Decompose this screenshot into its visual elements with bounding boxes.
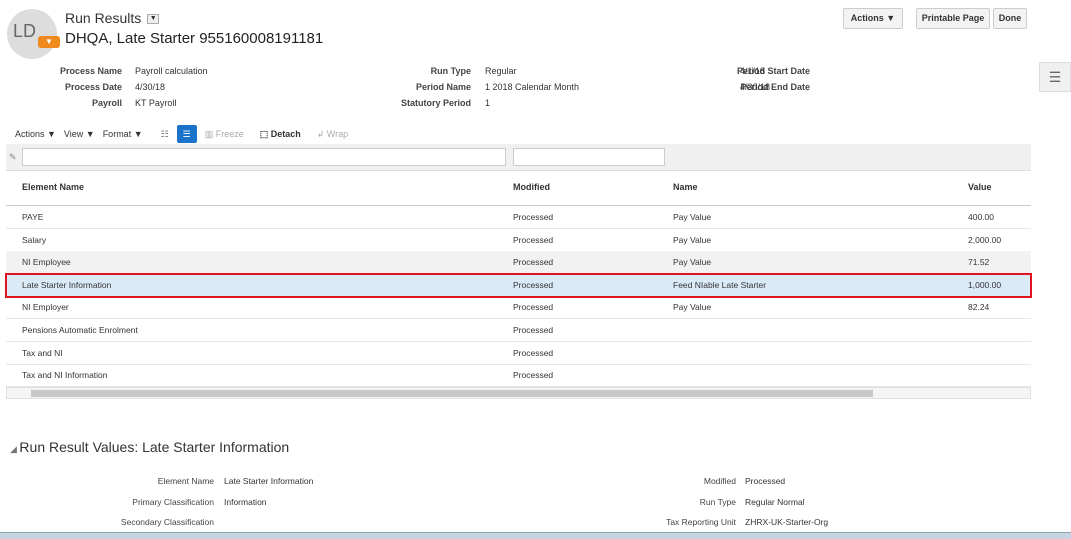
table-row[interactable]: NI Employer Processed Pay Value 82.24 bbox=[6, 296, 1031, 320]
info-value: 4/30/18 bbox=[135, 82, 166, 92]
column-header-modified[interactable]: Modified bbox=[513, 176, 550, 198]
table-cell: Late Starter Information bbox=[22, 279, 112, 290]
info-label: Statutory Period bbox=[400, 98, 471, 108]
query-by-example-icon[interactable]: ☰ bbox=[176, 125, 197, 143]
detail-label: Element Name bbox=[157, 476, 214, 486]
table-header: Element Name Modified Name Value bbox=[6, 176, 1031, 206]
avatar-menu-button[interactable]: ▼ bbox=[38, 36, 60, 48]
element-name-filter[interactable] bbox=[22, 148, 506, 166]
table-cell: Pay Value bbox=[673, 212, 712, 222]
table-cell: Processed bbox=[513, 234, 554, 245]
horizontal-scrollbar[interactable] bbox=[6, 387, 1031, 399]
detail-label: Secondary Classification bbox=[120, 517, 214, 527]
table-cell: 400.00 bbox=[968, 212, 994, 222]
table-cell: Tax and NI Information bbox=[22, 370, 108, 381]
info-label: Period Name bbox=[415, 82, 471, 92]
run-results-table: ✎ Element Name Modified Name Value PAYE P… bbox=[5, 144, 1032, 400]
detach-button[interactable]: ⬚ Detach bbox=[260, 129, 309, 140]
avatar: LD bbox=[7, 9, 57, 59]
filter-row: ✎ bbox=[6, 144, 1031, 171]
column-header-element-name[interactable]: Element Name bbox=[22, 176, 84, 198]
detail-label: Tax Reporting Unit bbox=[666, 517, 736, 527]
printable-page-button[interactable]: Printable Page bbox=[916, 8, 990, 29]
scrollbar-thumb[interactable] bbox=[31, 390, 873, 397]
actions-menu[interactable]: Actions ▼ bbox=[15, 129, 56, 139]
table-cell: Tax and NI bbox=[22, 347, 63, 358]
side-panel-icon[interactable]: ☰ bbox=[1039, 62, 1071, 92]
done-button[interactable]: Done bbox=[993, 8, 1027, 29]
table-row[interactable]: Tax and NI Information Processed bbox=[6, 364, 1031, 388]
table-cell: Pay Value bbox=[673, 234, 712, 245]
freeze-label: Freeze bbox=[215, 128, 244, 139]
table-cell: 1,000.00 bbox=[968, 279, 1002, 290]
view-menu[interactable]: View ▼ bbox=[64, 129, 95, 139]
wrap-button[interactable]: ↲ Wrap bbox=[317, 129, 356, 140]
table-cell: NI Employee bbox=[22, 257, 71, 268]
info-value: 1 2018 Calendar Month bbox=[485, 82, 580, 92]
table-cell: NI Employer bbox=[22, 302, 69, 313]
info-value: KT Payroll bbox=[135, 98, 177, 108]
detail-label: Modified bbox=[703, 476, 736, 486]
detail-title: Run Result Values: Late Starter Informat… bbox=[19, 439, 290, 455]
detail-value: Late Starter Information bbox=[224, 476, 314, 486]
table-cell: Salary bbox=[22, 234, 47, 245]
modified-filter[interactable] bbox=[513, 148, 665, 166]
table-row[interactable]: Late Starter Information Processed Feed NI… bbox=[5, 272, 1032, 298]
clear-filter-icon[interactable]: ✎ bbox=[9, 152, 17, 163]
detail-value: Information bbox=[224, 496, 267, 507]
wrap-label: Wrap bbox=[326, 128, 349, 139]
columns-icon[interactable]: ☷ bbox=[161, 129, 169, 140]
collapse-icon[interactable]: ◢ bbox=[10, 444, 19, 454]
table-cell: Feed NIable Late Starter bbox=[673, 279, 767, 290]
table-cell: Processed bbox=[513, 257, 554, 268]
detail-label: Run Type bbox=[699, 496, 736, 507]
page-title-text: Run Results bbox=[65, 10, 142, 26]
detail-label: Primary Classification bbox=[132, 496, 214, 507]
freeze-button[interactable]: ▥ Freeze bbox=[205, 129, 252, 140]
detail-value: Processed bbox=[745, 476, 786, 486]
info-label: Process Date bbox=[64, 82, 122, 92]
actions-button[interactable]: Actions ▼ bbox=[843, 8, 903, 29]
info-value: 1 bbox=[485, 98, 491, 108]
info-label: Run Type bbox=[430, 66, 471, 76]
detail-value: ZHRX-UK-Starter-Org bbox=[745, 517, 829, 527]
table-cell: Processed bbox=[513, 370, 554, 381]
table-cell: Processed bbox=[513, 347, 554, 358]
detail-section-header[interactable]: ◢ Run Result Values: Late Starter Inform… bbox=[10, 439, 289, 455]
table-row[interactable]: NI Employee Processed Pay Value 71.52 bbox=[6, 251, 1031, 275]
info-label: Process Name bbox=[59, 66, 122, 76]
title-dropdown-icon[interactable]: ▼ bbox=[147, 14, 160, 25]
table-cell: Pay Value bbox=[673, 257, 712, 268]
table-cell: Processed bbox=[513, 212, 554, 222]
detach-label: Detach bbox=[270, 128, 301, 139]
info-label: Payroll bbox=[91, 98, 122, 108]
column-header-value[interactable]: Value bbox=[968, 176, 992, 198]
table-cell: 71.52 bbox=[968, 257, 990, 268]
table-cell: Processed bbox=[513, 325, 554, 335]
format-menu[interactable]: Format ▼ bbox=[103, 129, 143, 139]
table-cell: Pay Value bbox=[673, 302, 712, 313]
detail-value: Regular Normal bbox=[745, 496, 805, 507]
table-cell: PAYE bbox=[22, 212, 44, 222]
table-cell: Processed bbox=[513, 279, 554, 290]
table-cell: Pensions Automatic Enrolment bbox=[22, 325, 138, 335]
table-cell: 82.24 bbox=[968, 302, 990, 313]
table-row[interactable]: PAYE Processed Pay Value 400.00 bbox=[6, 206, 1031, 229]
table-row[interactable]: Tax and NI Processed bbox=[6, 342, 1031, 365]
person-name: DHQA, Late Starter 955160008191181 bbox=[65, 30, 324, 47]
info-value: 4/1/18 bbox=[740, 66, 766, 76]
table-row[interactable]: Pensions Automatic Enrolment Processed bbox=[6, 319, 1031, 342]
table-row[interactable]: Salary Processed Pay Value 2,000.00 bbox=[6, 229, 1031, 252]
table-cell: Processed bbox=[513, 302, 554, 313]
info-value: 4/30/18 bbox=[740, 82, 771, 92]
page-title: Run Results ▼ bbox=[65, 10, 160, 26]
os-taskbar bbox=[0, 532, 1071, 539]
column-header-name[interactable]: Name bbox=[673, 176, 698, 198]
table-cell: 2,000.00 bbox=[968, 234, 1002, 245]
info-value: Payroll calculation bbox=[135, 66, 208, 76]
table-toolbar: Actions ▼ View ▼ Format ▼ ☷ ☰ ▥ Freeze ⬚… bbox=[15, 125, 364, 143]
info-value: Regular bbox=[485, 66, 517, 76]
